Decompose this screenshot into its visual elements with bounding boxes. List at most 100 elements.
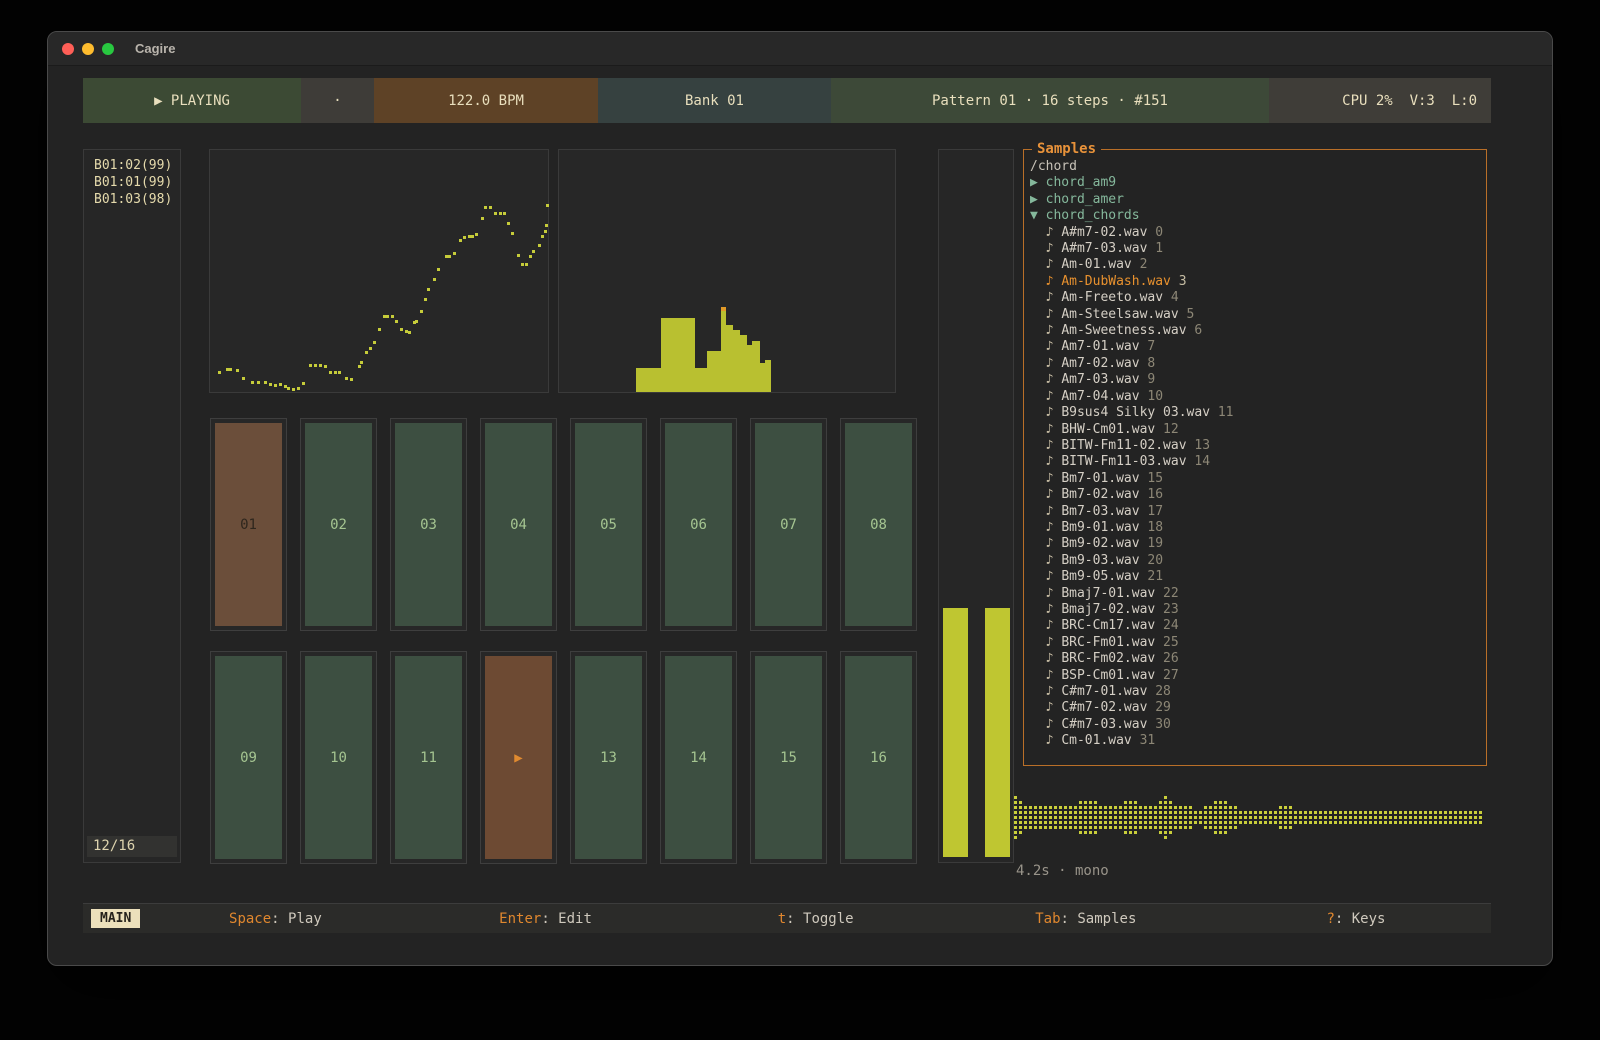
- pad-cell-4[interactable]: 04: [480, 418, 557, 631]
- histogram-bar: [636, 368, 662, 392]
- samples-file-row[interactable]: ♪ BITW-Fm11-02.wav 13: [1030, 438, 1486, 454]
- samples-file-row[interactable]: ♪ Am-01.wav 2: [1030, 257, 1486, 273]
- waveform-dot: [1179, 806, 1182, 809]
- samples-file-row[interactable]: ♪ A#m7-03.wav 1: [1030, 241, 1486, 257]
- pad-cell-16[interactable]: 16: [840, 651, 917, 864]
- waveform-dot: [1214, 801, 1217, 804]
- samples-file-row[interactable]: ♪ Cm-01.wav 31: [1030, 733, 1486, 749]
- waveform-dot: [1399, 821, 1402, 824]
- pad-cell-3[interactable]: 03: [390, 418, 467, 631]
- samples-file-row[interactable]: ♪ Am7-01.wav 7: [1030, 339, 1486, 355]
- waveform-dot: [1054, 821, 1057, 824]
- file-index: 17: [1140, 504, 1163, 519]
- samples-file-row[interactable]: ♪ Bmaj7-02.wav 23: [1030, 602, 1486, 618]
- samples-file-row[interactable]: ♪ BRC-Cm17.wav 24: [1030, 618, 1486, 634]
- scatter-dot: [302, 382, 305, 385]
- waveform-dot: [1204, 816, 1207, 819]
- zoom-window-button[interactable]: [102, 43, 114, 55]
- samples-file-row[interactable]: ♪ Bm7-02.wav 16: [1030, 487, 1486, 503]
- pad-cell-8[interactable]: 08: [840, 418, 917, 631]
- waveform-dot: [1459, 816, 1462, 819]
- waveform-dot: [1219, 821, 1222, 824]
- samples-file-row[interactable]: ♪ Am7-04.wav 10: [1030, 389, 1486, 405]
- pad-cell-1[interactable]: 01: [210, 418, 287, 631]
- samples-file-row[interactable]: ♪ C#m7-03.wav 30: [1030, 717, 1486, 733]
- waveform-dot: [1014, 806, 1017, 809]
- pad-cell-5[interactable]: 05: [570, 418, 647, 631]
- waveform-dot: [1304, 816, 1307, 819]
- waveform-dot: [1239, 821, 1242, 824]
- samples-file-row[interactable]: ♪ Am-Sweetness.wav 6: [1030, 323, 1486, 339]
- waveform-dot: [1194, 821, 1197, 824]
- waveform-dot: [1039, 806, 1042, 809]
- samples-file-row[interactable]: ♪ Bmaj7-01.wav 22: [1030, 586, 1486, 602]
- waveform-dot: [1169, 811, 1172, 814]
- note-icon: ♪: [1030, 422, 1061, 437]
- samples-file-row[interactable]: ♪ C#m7-01.wav 28: [1030, 684, 1486, 700]
- pad-cell-12[interactable]: ▶: [480, 651, 557, 864]
- samples-file-row[interactable]: ♪ Am7-02.wav 8: [1030, 356, 1486, 372]
- samples-file-row[interactable]: ♪ BRC-Fm01.wav 25: [1030, 635, 1486, 651]
- scatter-dot: [541, 235, 544, 238]
- samples-file-row[interactable]: ♪ Bm9-02.wav 19: [1030, 536, 1486, 552]
- samples-file-row[interactable]: ♪ Bm7-01.wav 15: [1030, 471, 1486, 487]
- file-name: Bm9-03.wav: [1061, 553, 1139, 568]
- close-window-button[interactable]: [62, 43, 74, 55]
- samples-folder-row[interactable]: ▶ chord_am9: [1030, 175, 1486, 191]
- pad-cell-14[interactable]: 14: [660, 651, 737, 864]
- pad-label: 11: [395, 656, 462, 859]
- samples-file-row[interactable]: ♪ B9sus4 Silky 03.wav 11: [1030, 405, 1486, 421]
- file-name: Cm-01.wav: [1061, 733, 1131, 748]
- pad-cell-13[interactable]: 13: [570, 651, 647, 864]
- file-index: 11: [1210, 405, 1233, 420]
- samples-file-row[interactable]: ♪ BSP-Cm01.wav 27: [1030, 668, 1486, 684]
- pad-cell-10[interactable]: 10: [300, 651, 377, 864]
- samples-folder-row[interactable]: ▶ chord_amer: [1030, 192, 1486, 208]
- samples-file-row-selected[interactable]: ♪ Am-DubWash.wav 3: [1030, 274, 1486, 290]
- samples-file-row[interactable]: ♪ Bm9-05.wav 21: [1030, 569, 1486, 585]
- samples-file-row[interactable]: ♪ BITW-Fm11-03.wav 14: [1030, 454, 1486, 470]
- waveform-dot: [1369, 816, 1372, 819]
- waveform-dot: [1149, 806, 1152, 809]
- pad-cell-11[interactable]: 11: [390, 651, 467, 864]
- waveform-dot: [1294, 811, 1297, 814]
- samples-file-row[interactable]: ♪ Bm7-03.wav 17: [1030, 504, 1486, 520]
- pad-cell-2[interactable]: 02: [300, 418, 377, 631]
- samples-file-row[interactable]: ♪ Bm9-03.wav 20: [1030, 553, 1486, 569]
- level-meter-right: [985, 608, 1010, 857]
- samples-file-row[interactable]: ♪ Am-Freeto.wav 4: [1030, 290, 1486, 306]
- shortcut-key: Tab: [1035, 911, 1060, 927]
- shortcut-label: : Keys: [1335, 911, 1386, 927]
- minimize-window-button[interactable]: [82, 43, 94, 55]
- waveform-dot: [1174, 821, 1177, 824]
- waveform-dot: [1454, 811, 1457, 814]
- samples-file-row[interactable]: ♪ Am-Steelsaw.wav 5: [1030, 307, 1486, 323]
- waveform-dot: [1339, 816, 1342, 819]
- samples-file-row[interactable]: ♪ Am7-03.wav 9: [1030, 372, 1486, 388]
- samples-folder-row[interactable]: ▼ chord_chords: [1030, 208, 1486, 224]
- waveform-dot: [1189, 826, 1192, 829]
- waveform-dot: [1129, 821, 1132, 824]
- waveform-dot: [1224, 831, 1227, 834]
- samples-file-row[interactable]: ♪ C#m7-02.wav 29: [1030, 700, 1486, 716]
- waveform-dot: [1479, 816, 1482, 819]
- waveform-dot: [1284, 826, 1287, 829]
- pad-cell-7[interactable]: 07: [750, 418, 827, 631]
- waveform-dot: [1184, 821, 1187, 824]
- waveform-dot: [1024, 811, 1027, 814]
- pad-cell-15[interactable]: 15: [750, 651, 827, 864]
- pad-cell-9[interactable]: 09: [210, 651, 287, 864]
- samples-file-row[interactable]: ♪ Bm9-01.wav 18: [1030, 520, 1486, 536]
- waveform-dot: [1279, 816, 1282, 819]
- waveform-dot: [1429, 816, 1432, 819]
- pad-cell-6[interactable]: 06: [660, 418, 737, 631]
- waveform-dot: [1219, 806, 1222, 809]
- samples-file-row[interactable]: ♪ BRC-Fm02.wav 26: [1030, 651, 1486, 667]
- waveform-dot: [1109, 811, 1112, 814]
- scatter-dot: [257, 381, 260, 384]
- waveform-dot: [1144, 826, 1147, 829]
- waveform-dot: [1364, 811, 1367, 814]
- waveform-dot: [1054, 826, 1057, 829]
- samples-file-row[interactable]: ♪ A#m7-02.wav 0: [1030, 225, 1486, 241]
- samples-file-row[interactable]: ♪ BHW-Cm01.wav 12: [1030, 422, 1486, 438]
